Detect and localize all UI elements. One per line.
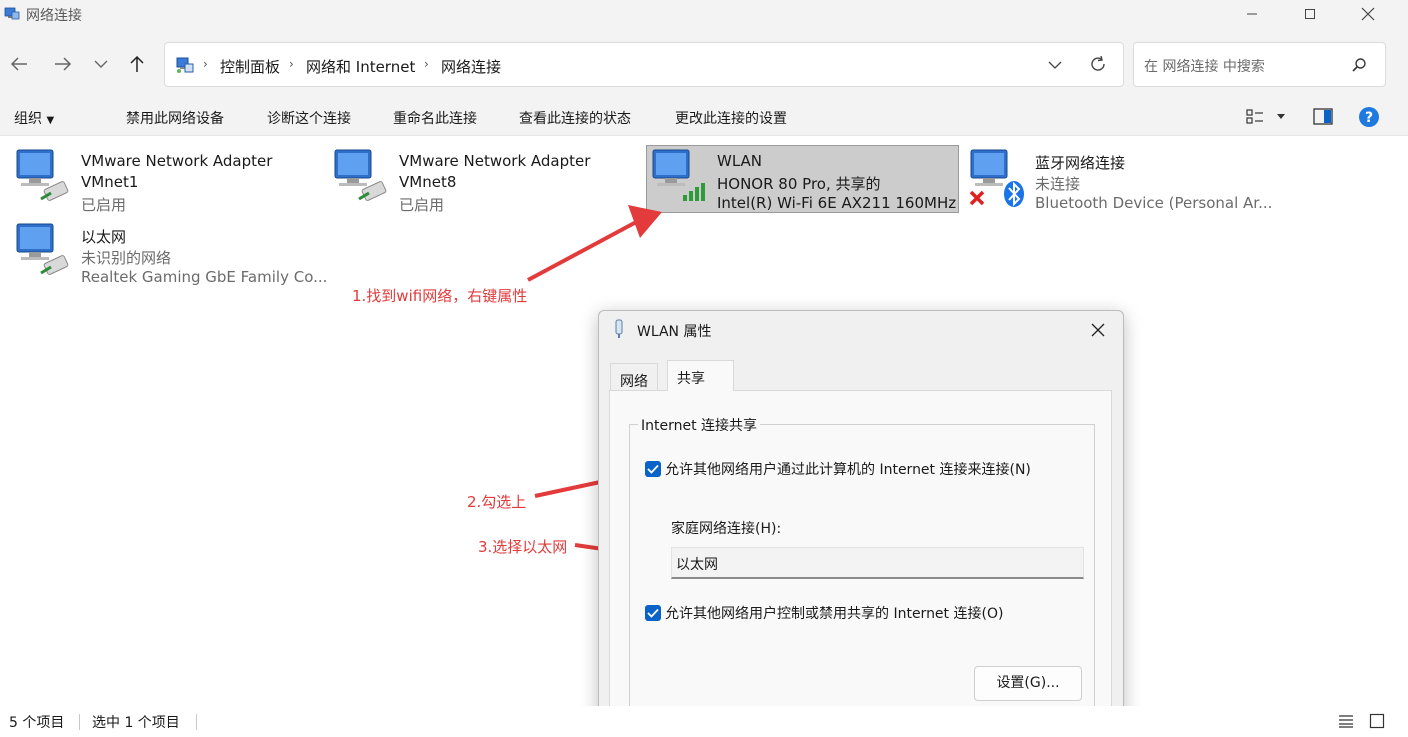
home-network-select[interactable]: 以太网 bbox=[671, 547, 1084, 579]
wlan-properties-dialog: WLAN 属性 网络 Internet 连接共享 允许其他网络用户通过此计算机的… bbox=[598, 310, 1124, 737]
checkmark-icon bbox=[647, 608, 659, 618]
status-divider bbox=[196, 714, 197, 730]
close-icon bbox=[1091, 323, 1105, 337]
annotation-step3: 3.选择以太网 bbox=[478, 538, 568, 556]
home-network-label: 家庭网络连接(H): bbox=[671, 521, 782, 537]
allow-control-label: 允许其他网络用户控制或禁用共享的 Internet 连接(O) bbox=[665, 606, 1004, 622]
group-title: Internet 连接共享 bbox=[638, 415, 761, 435]
status-bar: 5 个项目 选中 1 个项目 bbox=[0, 706, 1408, 737]
settings-button[interactable]: 设置(G)... bbox=[974, 666, 1082, 701]
annotation-step1: 1.找到wifi网络，右键属性 bbox=[352, 287, 528, 305]
annotation-step2: 2.勾选上 bbox=[467, 493, 527, 511]
wifi-adapter-icon bbox=[615, 319, 623, 338]
dialog-title: WLAN 属性 bbox=[637, 324, 712, 340]
home-network-value: 以太网 bbox=[676, 557, 718, 573]
annotation-arrow-step1 bbox=[527, 205, 662, 282]
large-icons-view-icon[interactable] bbox=[1369, 713, 1385, 729]
checkmark-icon bbox=[647, 464, 659, 474]
sharing-tab-panel: Internet 连接共享 允许其他网络用户通过此计算机的 Internet 连… bbox=[609, 390, 1112, 737]
allow-connect-checkbox[interactable] bbox=[645, 461, 661, 477]
ics-group: Internet 连接共享 允许其他网络用户通过此计算机的 Internet 连… bbox=[629, 415, 1095, 724]
tab-sharing[interactable]: 共享 bbox=[667, 360, 734, 391]
dialog-close-button[interactable] bbox=[1083, 317, 1113, 343]
status-divider bbox=[79, 714, 80, 730]
selection-count: 选中 1 个项目 bbox=[92, 715, 180, 731]
item-count: 5 个项目 bbox=[9, 715, 65, 731]
tab-network[interactable]: 网络 bbox=[610, 363, 658, 391]
allow-connect-label: 允许其他网络用户通过此计算机的 Internet 连接来连接(N) bbox=[665, 462, 1031, 478]
details-view-icon[interactable] bbox=[1338, 714, 1354, 728]
allow-control-checkbox[interactable] bbox=[645, 605, 661, 621]
